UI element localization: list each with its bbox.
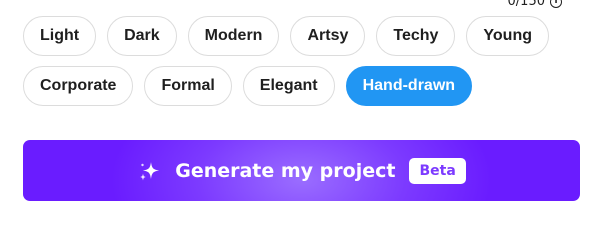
chip-corporate[interactable]: Corporate bbox=[23, 66, 134, 106]
generate-label: Generate my project bbox=[175, 159, 396, 182]
chip-formal[interactable]: Formal bbox=[144, 66, 232, 106]
generate-project-button[interactable]: Generate my project Beta bbox=[23, 140, 580, 201]
info-icon[interactable]: i bbox=[550, 0, 562, 8]
chip-elegant[interactable]: Elegant bbox=[242, 66, 335, 106]
style-chip-group: Light Dark Modern Artsy Techy Young Corp… bbox=[23, 16, 583, 116]
chip-young[interactable]: Young bbox=[466, 16, 549, 56]
chip-artsy[interactable]: Artsy bbox=[290, 16, 366, 56]
chip-row-2: Corporate Formal Elegant Hand-drawn bbox=[23, 66, 583, 106]
counter-text: 0/150 bbox=[507, 0, 545, 9]
chip-modern[interactable]: Modern bbox=[187, 16, 280, 56]
style-picker: 0/150 i Light Dark Modern Artsy Techy Yo… bbox=[0, 0, 600, 233]
chip-dark[interactable]: Dark bbox=[107, 16, 177, 56]
sparkle-icon bbox=[140, 161, 160, 180]
chip-techy[interactable]: Techy bbox=[376, 16, 456, 56]
character-counter: 0/150 i bbox=[508, 0, 562, 9]
chip-row-1: Light Dark Modern Artsy Techy Young bbox=[23, 16, 583, 56]
chip-hand-drawn[interactable]: Hand-drawn bbox=[345, 66, 473, 106]
beta-badge: Beta bbox=[409, 157, 466, 184]
chip-light[interactable]: Light bbox=[23, 16, 97, 56]
